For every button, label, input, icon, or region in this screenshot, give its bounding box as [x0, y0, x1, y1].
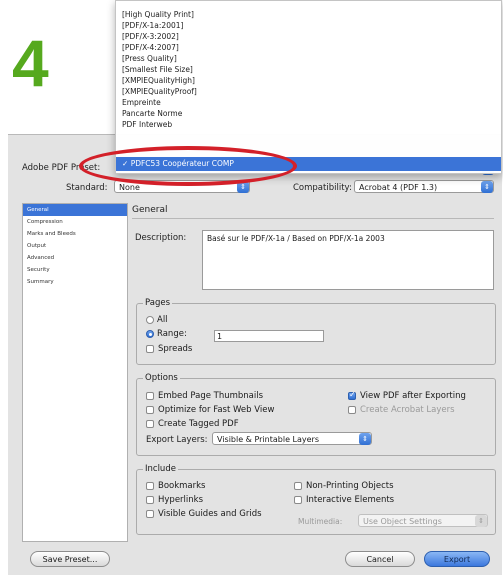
preset-menu-item[interactable]: [PDF/X-3:2002] — [122, 31, 197, 42]
export-layers-label: Export Layers: — [146, 435, 208, 445]
preset-menu-item[interactable]: PDF Interweb — [122, 119, 197, 130]
pages-range-input[interactable]: 1 — [214, 330, 324, 342]
save-preset-button[interactable]: Save Preset... — [30, 551, 110, 567]
bookmarks-checkbox[interactable] — [146, 482, 154, 490]
create-tagged-option[interactable]: Create Tagged PDF — [146, 419, 239, 429]
non-printing-label: Non-Printing Objects — [306, 481, 394, 491]
standard-label: Standard: — [66, 183, 108, 193]
hyperlinks-option[interactable]: Hyperlinks — [146, 495, 203, 505]
sidebar-item-summary[interactable]: Summary — [23, 276, 127, 288]
export-button[interactable]: Export — [424, 551, 490, 567]
view-after-checkbox[interactable] — [348, 390, 356, 400]
general-section-title: General — [132, 205, 168, 215]
create-tagged-checkbox[interactable] — [146, 420, 154, 428]
preset-menu-item[interactable]: [XMPIEQualityProof] — [122, 86, 197, 97]
multimedia-label: Multimedia: — [298, 517, 343, 526]
preset-menu-item[interactable]: [High Quality Print] — [122, 9, 197, 20]
checkmark-icon: ✓ — [122, 159, 129, 168]
interactive-checkbox[interactable] — [294, 496, 302, 504]
bookmarks-label: Bookmarks — [158, 481, 206, 491]
compatibility-chevron-icon: ⇕ — [481, 181, 493, 193]
non-printing-option[interactable]: Non-Printing Objects — [294, 481, 394, 491]
standard-chevron-icon: ⇕ — [237, 181, 249, 193]
sidebar-item-compression[interactable]: Compression — [23, 216, 127, 228]
hyperlinks-checkbox[interactable] — [146, 496, 154, 504]
create-tagged-label: Create Tagged PDF — [158, 419, 239, 429]
pages-all-option[interactable]: All — [146, 315, 168, 325]
optimize-web-option[interactable]: Optimize for Fast Web View — [146, 405, 274, 415]
export-layers-chevron-icon: ⇕ — [359, 433, 371, 445]
preset-menu-item[interactable]: [PDF/X-4:2007] — [122, 42, 197, 53]
hyperlinks-label: Hyperlinks — [158, 495, 204, 505]
preset-dropdown-menu: [High Quality Print] [PDF/X-1a:2001] [PD… — [115, 0, 502, 174]
include-group-title: Include — [143, 464, 178, 474]
preset-menu-item[interactable]: [PDF/X-1a:2001] — [122, 20, 197, 31]
category-sidebar: General Compression Marks and Bleeds Out… — [22, 203, 128, 542]
visible-guides-checkbox[interactable] — [146, 510, 154, 518]
pages-group-title: Pages — [143, 298, 173, 308]
preset-menu-list: [High Quality Print] [PDF/X-1a:2001] [PD… — [122, 9, 197, 130]
compatibility-select[interactable]: Acrobat 4 (PDF 1.3) ⇕ — [354, 180, 494, 193]
export-layers-value: Visible & Printable Layers — [217, 435, 319, 444]
multimedia-select: Use Object Settings ⇕ — [358, 514, 488, 527]
compatibility-value: Acrobat 4 (PDF 1.3) — [359, 183, 438, 192]
description-field[interactable]: Basé sur le PDF/X-1a / Based on PDF/X-1a… — [202, 230, 494, 290]
spreads-checkbox[interactable] — [146, 345, 154, 353]
multimedia-chevron-icon: ⇕ — [475, 515, 487, 527]
interactive-label: Interactive Elements — [306, 495, 395, 505]
preset-menu-item-selected[interactable]: ✓ PDFC53 Coopérateur COMP — [116, 157, 501, 171]
visible-guides-option[interactable]: Visible Guides and Grids — [146, 509, 262, 519]
options-group-title: Options — [143, 373, 180, 383]
preset-menu-item[interactable]: Empreinte — [122, 97, 197, 108]
spreads-option[interactable]: Spreads — [146, 344, 192, 354]
sidebar-item-marks-and-bleeds[interactable]: Marks and Bleeds — [23, 228, 127, 240]
create-layers-label: Create Acrobat Layers — [360, 405, 455, 415]
pages-range-option[interactable]: Range: — [146, 329, 187, 339]
section-divider — [132, 218, 494, 219]
standard-value: None — [119, 183, 140, 192]
export-layers-select[interactable]: Visible & Printable Layers ⇕ — [212, 432, 372, 445]
interactive-option[interactable]: Interactive Elements — [294, 495, 394, 505]
pages-range-label: Range: — [157, 329, 187, 339]
create-layers-option: Create Acrobat Layers — [348, 405, 455, 415]
optimize-web-checkbox[interactable] — [146, 406, 154, 414]
description-label: Description: — [135, 233, 187, 243]
sidebar-item-advanced[interactable]: Advanced — [23, 252, 127, 264]
export-pdf-dialog: Adobe PDF Preset: ⇕ Standard: None ⇕ Com… — [8, 134, 502, 575]
view-after-option[interactable]: View PDF after Exporting — [348, 390, 466, 401]
sidebar-item-general[interactable]: General — [23, 204, 127, 216]
preset-label: Adobe PDF Preset: — [22, 163, 101, 173]
standard-select[interactable]: None ⇕ — [114, 180, 250, 193]
sidebar-item-security[interactable]: Security — [23, 264, 127, 276]
embed-thumbnails-label: Embed Page Thumbnails — [158, 391, 264, 401]
preset-menu-item[interactable]: [Smallest File Size] — [122, 64, 197, 75]
selected-preset-label: PDFC53 Coopérateur COMP — [130, 159, 234, 168]
pages-all-radio[interactable] — [146, 316, 154, 324]
preset-menu-item[interactable]: Pancarte Norme — [122, 108, 197, 119]
preset-menu-item[interactable]: [XMPIEQualityHigh] — [122, 75, 197, 86]
compatibility-label: Compatibility: — [293, 183, 352, 193]
spreads-label: Spreads — [158, 344, 193, 354]
embed-thumbnails-option[interactable]: Embed Page Thumbnails — [146, 391, 263, 401]
sidebar-item-output[interactable]: Output — [23, 240, 127, 252]
visible-guides-label: Visible Guides and Grids — [158, 509, 262, 519]
non-printing-checkbox[interactable] — [294, 482, 302, 490]
multimedia-value: Use Object Settings — [363, 517, 442, 526]
bookmarks-option[interactable]: Bookmarks — [146, 481, 206, 491]
pages-all-label: All — [157, 315, 168, 325]
step-number: 4 — [12, 26, 49, 100]
pages-range-radio[interactable] — [146, 330, 154, 338]
view-after-label: View PDF after Exporting — [360, 391, 466, 401]
cancel-button[interactable]: Cancel — [345, 551, 415, 567]
embed-thumbnails-checkbox[interactable] — [146, 392, 154, 400]
create-layers-checkbox — [348, 406, 356, 414]
optimize-web-label: Optimize for Fast Web View — [158, 405, 275, 415]
preset-menu-item[interactable]: [Press Quality] — [122, 53, 197, 64]
